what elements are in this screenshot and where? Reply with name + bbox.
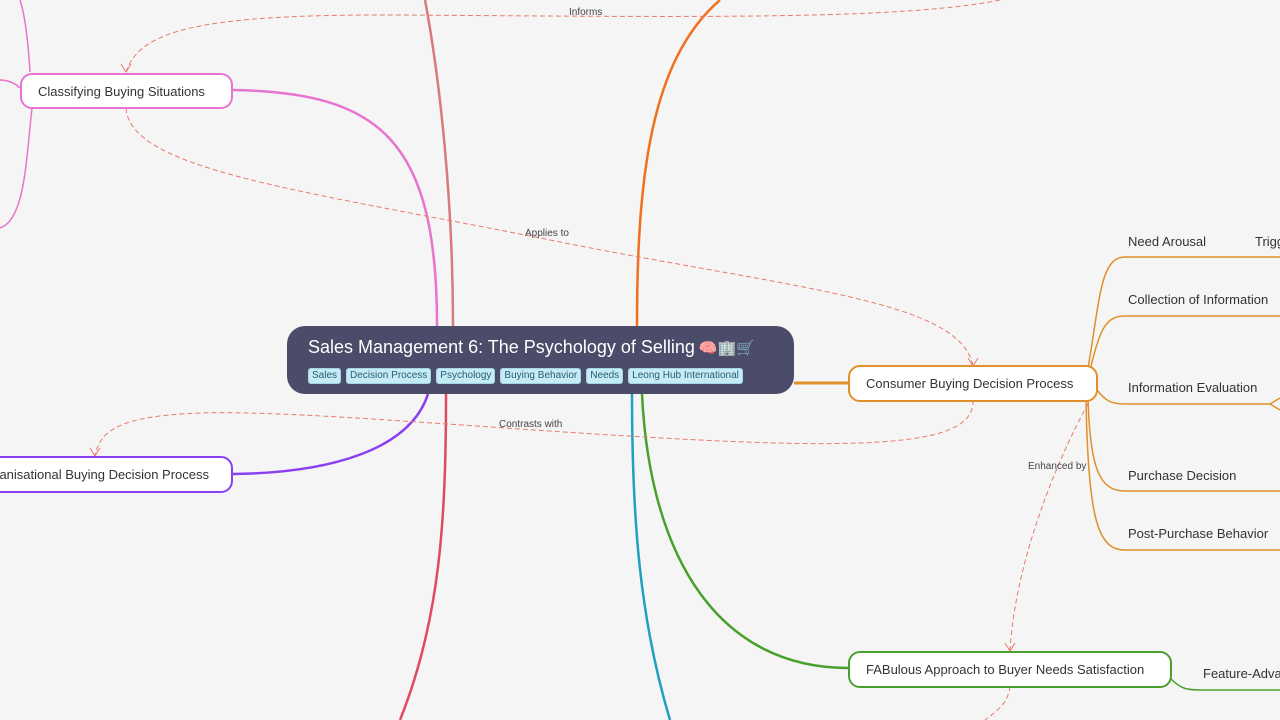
leaf-need-arousal[interactable]: Need Arousal xyxy=(1128,234,1206,249)
relation-label-informs[interactable]: Informs xyxy=(569,7,602,18)
tag-leong-hub-international[interactable]: Leong Hub International xyxy=(628,368,743,384)
node-consumer-buying-decision-process[interactable]: Consumer Buying Decision Process xyxy=(848,365,1098,402)
branch-top-center-edge xyxy=(423,0,455,327)
relation-label-applies-to[interactable]: Applies to xyxy=(525,228,569,239)
tag-buying-behavior[interactable]: Buying Behavior xyxy=(500,368,582,384)
leaf-post-purchase-behavior[interactable]: Post-Purchase Behavior xyxy=(1128,526,1268,541)
mind-map-canvas[interactable]: Sales Management 6: The Psychology of Se… xyxy=(0,0,1280,720)
tag-needs[interactable]: Needs xyxy=(586,368,624,384)
root-node[interactable]: Sales Management 6: The Psychology of Se… xyxy=(287,326,794,394)
branch-classifying-edge xyxy=(231,88,439,327)
leaf-collection-of-information[interactable]: Collection of Information xyxy=(1128,292,1268,307)
node-organisational-buying-decision-process[interactable]: anisational Buying Decision Process xyxy=(0,456,233,493)
classifying-sub-edge-3 xyxy=(0,107,33,229)
branch-bottom-center-edge xyxy=(630,393,672,720)
node-fabulous-approach[interactable]: FABulous Approach to Buyer Needs Satisfa… xyxy=(848,651,1172,688)
relation-label-enhanced-by[interactable]: Enhanced by xyxy=(1028,461,1086,472)
node-label: FABulous Approach to Buyer Needs Satisfa… xyxy=(866,662,1145,677)
node-label: Consumer Buying Decision Process xyxy=(866,376,1074,391)
root-title-text: Sales Management 6: The Psychology of Se… xyxy=(308,337,695,357)
root-tags: Sales Decision Process Psychology Buying… xyxy=(308,368,794,384)
leaf-feature-advantage[interactable]: Feature-Adva xyxy=(1203,666,1280,681)
branch-fabulous-edge xyxy=(640,393,849,670)
node-label: Classifying Buying Situations xyxy=(38,83,205,99)
consumer-child-edge-1 xyxy=(1087,256,1280,369)
classifying-sub-edge-2 xyxy=(0,79,21,89)
tag-decision-process[interactable]: Decision Process xyxy=(346,368,432,384)
leaf-purchase-decision[interactable]: Purchase Decision xyxy=(1128,468,1236,483)
relation-label-contrasts-with[interactable]: Contrasts with xyxy=(499,419,562,430)
tag-sales[interactable]: Sales xyxy=(308,368,342,384)
consumer-grandchild-edge xyxy=(1269,403,1280,411)
tag-psychology[interactable]: Psychology xyxy=(436,368,496,384)
consumer-child-edge-2 xyxy=(1089,315,1280,371)
node-classifying-buying-situations[interactable]: Classifying Buying Situations xyxy=(20,73,233,109)
branch-top-right-edge xyxy=(635,0,721,327)
relation-informs-edge xyxy=(125,0,1001,73)
node-label: anisational Buying Decision Process xyxy=(0,467,209,482)
relation-enhanced-by-edge xyxy=(1009,389,1097,652)
relation-fabulous-out-edge xyxy=(984,685,1011,720)
leaf-trigger[interactable]: Trigg xyxy=(1255,234,1280,249)
branch-organisational-edge xyxy=(231,393,430,476)
branch-bottom-left-edge xyxy=(398,393,448,720)
brain-building-cart-icon: 🧠🏢🛒 xyxy=(698,340,755,357)
classifying-sub-edge-1 xyxy=(19,0,31,73)
leaf-information-evaluation[interactable]: Information Evaluation xyxy=(1128,380,1257,395)
root-title: Sales Management 6: The Psychology of Se… xyxy=(308,336,794,360)
